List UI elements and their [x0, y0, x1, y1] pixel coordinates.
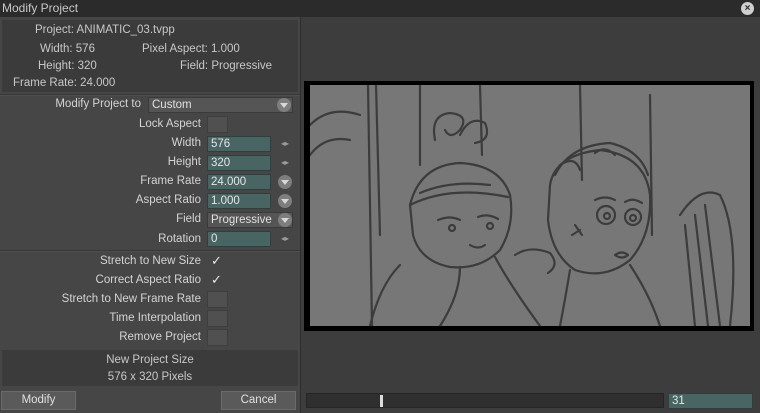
sketch-illustration [310, 85, 735, 326]
modify-to-label: Modify Project to [55, 98, 141, 110]
window-title: Modify Project [2, 1, 79, 15]
aspect-ratio-label: Aspect Ratio [135, 194, 201, 206]
time-interp-checkbox[interactable] [207, 310, 228, 327]
width-label: Width [171, 137, 201, 149]
project-field: Field: Progressive [180, 60, 273, 72]
divider [0, 94, 300, 96]
cancel-button[interactable]: Cancel [221, 391, 296, 410]
aspect-ratio-dropdown-icon[interactable] [278, 194, 292, 208]
timeline-thumb[interactable] [380, 395, 383, 407]
rotation-label: Rotation [158, 233, 201, 245]
stretch-size-checkbox[interactable]: ✓ [211, 253, 222, 269]
project-info: Project: ANIMATIC_03.tvpp Width: 576 Pix… [2, 20, 298, 92]
correct-aspect-checkbox[interactable]: ✓ [211, 272, 222, 288]
frame-rate-label: Frame Rate [140, 175, 201, 187]
height-label: Height [167, 156, 201, 168]
rotation-input[interactable]: 0 [207, 231, 271, 247]
height-spin-icon[interactable]: ◂▸ [279, 157, 291, 169]
frame-rate-input[interactable]: 24.000 [207, 174, 271, 190]
aspect-ratio-input[interactable]: 1.000 [207, 193, 271, 209]
lock-aspect-checkbox[interactable] [207, 116, 228, 133]
modify-button[interactable]: Modify [1, 391, 76, 410]
rotation-spin-icon[interactable]: ◂▸ [279, 233, 291, 245]
summary-title: New Project Size [106, 354, 194, 366]
lock-aspect-label: Lock Aspect [138, 118, 201, 130]
field-dropdown-icon[interactable] [278, 213, 292, 227]
close-icon[interactable]: × [741, 2, 754, 15]
project-width: Width: 576 [40, 43, 95, 55]
project-name: Project: ANIMATIC_03.tvpp [35, 24, 175, 36]
remove-project-checkbox[interactable] [207, 329, 228, 346]
stretch-rate-label: Stretch to New Frame Rate [61, 293, 201, 305]
title-bar: Modify Project × [0, 0, 760, 17]
project-height: Height: 320 [38, 60, 97, 72]
stretch-size-label: Stretch to New Size [100, 255, 201, 267]
project-frame-rate: Frame Rate: 24.000 [13, 77, 116, 89]
preview-image [310, 85, 750, 326]
modify-to-dropdown-icon[interactable] [277, 98, 291, 112]
preview-frame [304, 81, 754, 331]
time-interp-label: Time Interpolation [109, 312, 201, 324]
preview-panel: 31 [300, 17, 760, 413]
new-size-summary: New Project Size 576 x 320 Pixels [2, 350, 298, 386]
settings-panel: Project: ANIMATIC_03.tvpp Width: 576 Pix… [0, 17, 300, 413]
remove-project-label: Remove Project [119, 331, 201, 343]
field-label: Field [176, 213, 201, 225]
modify-to-select[interactable]: Custom [148, 97, 293, 113]
correct-aspect-label: Correct Aspect Ratio [95, 274, 201, 286]
summary-size: 576 x 320 Pixels [107, 371, 193, 383]
width-input[interactable]: 576 [207, 136, 271, 152]
width-spin-icon[interactable]: ◂▸ [279, 138, 291, 150]
stretch-rate-checkbox[interactable] [207, 291, 228, 308]
frame-number-input[interactable]: 31 [668, 393, 753, 409]
frame-rate-dropdown-icon[interactable] [278, 175, 292, 189]
divider [0, 250, 300, 252]
project-pixel-aspect: Pixel Aspect: 1.000 [142, 43, 240, 55]
timeline-slider[interactable] [306, 393, 664, 408]
height-input[interactable]: 320 [207, 155, 271, 171]
